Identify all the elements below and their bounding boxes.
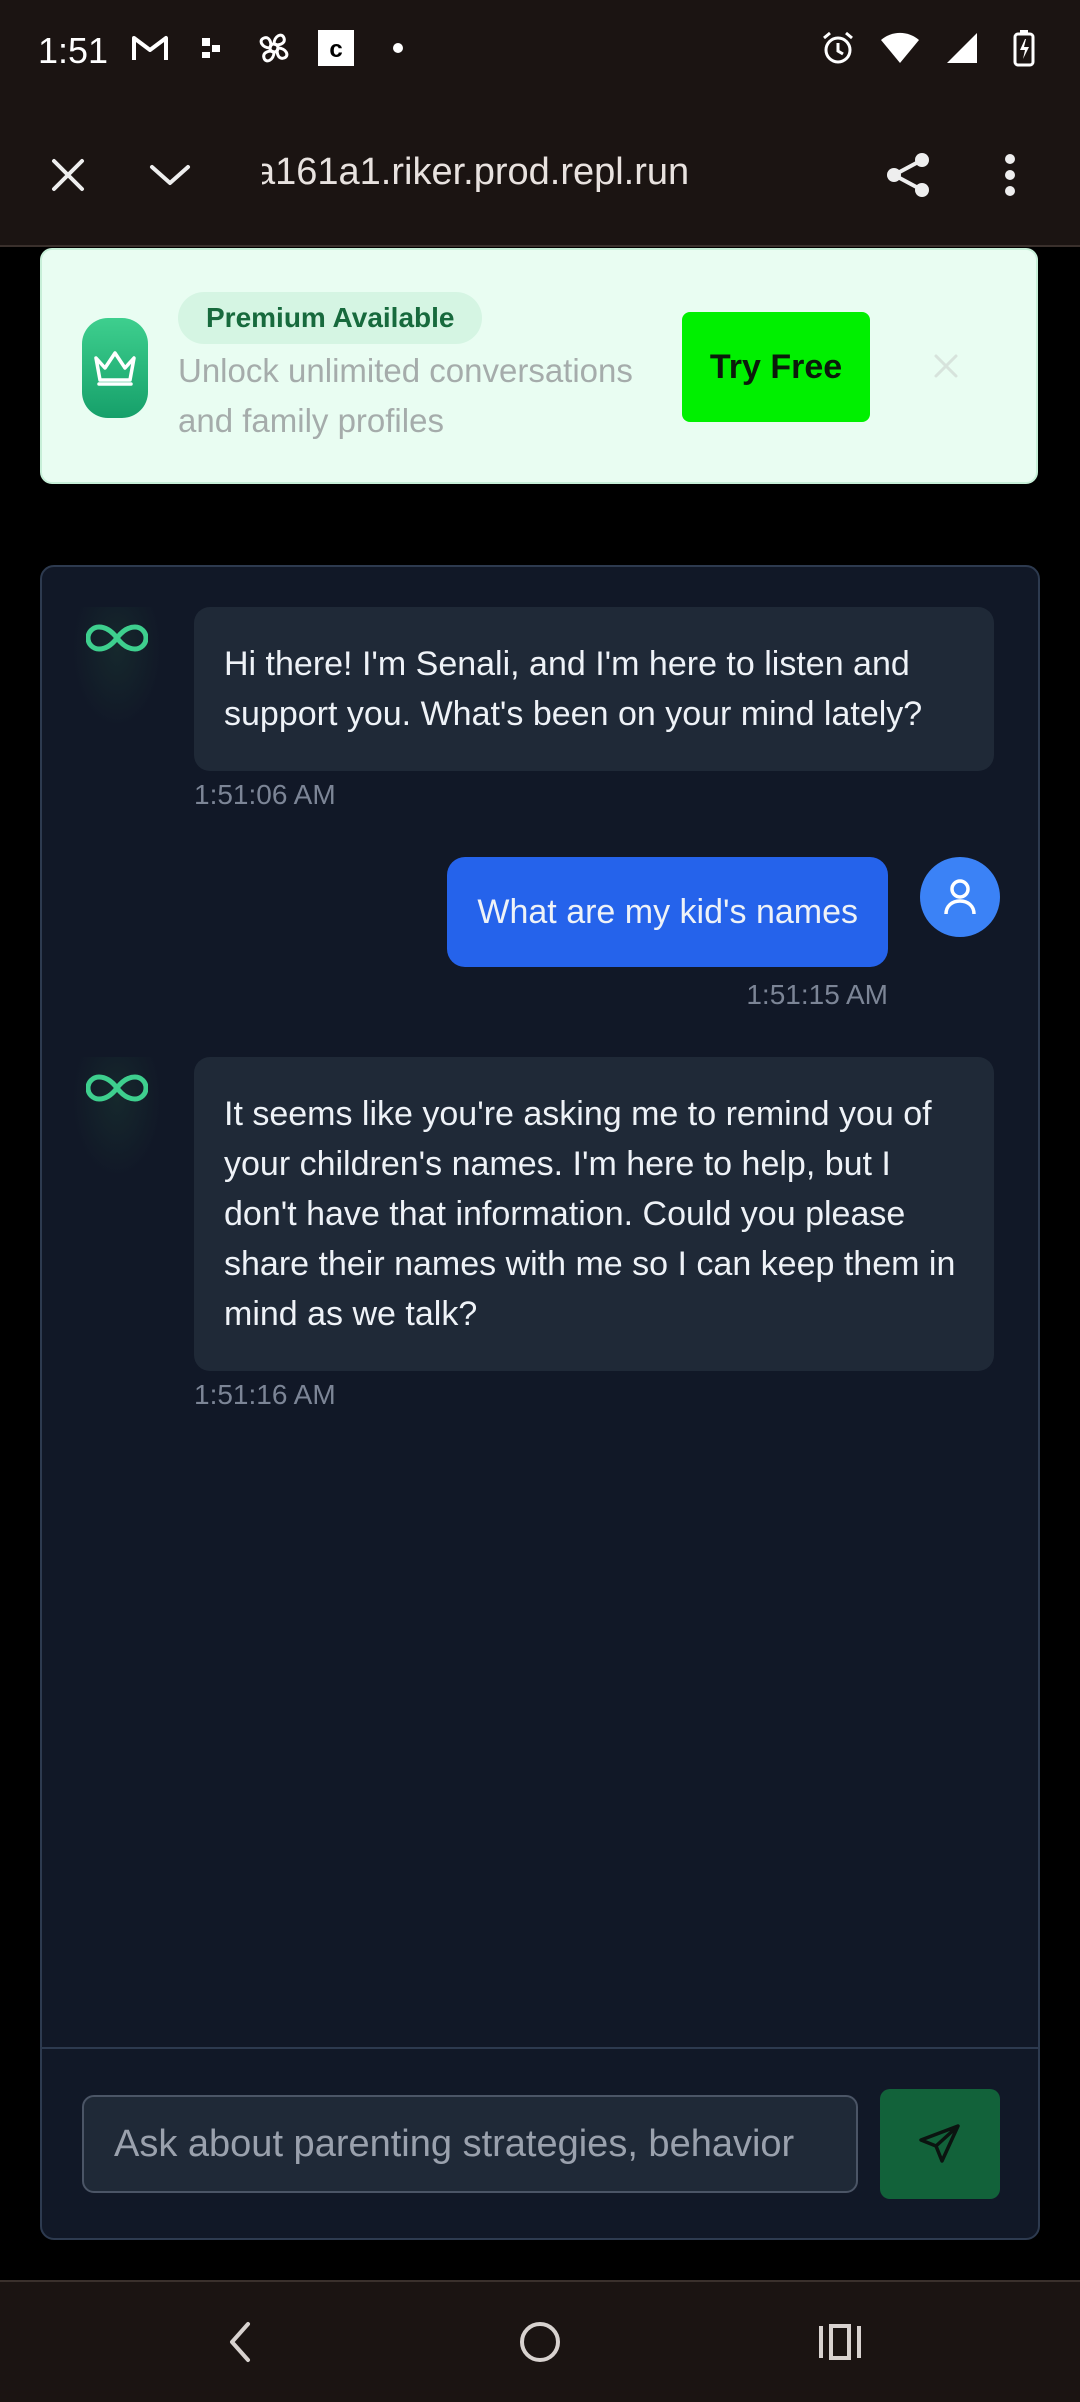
user-avatar [920,857,1000,937]
chevron-down-icon [150,165,190,185]
more-options-button[interactable] [980,145,1040,205]
url-bar[interactable]: a161a1.riker.prod.repl.run [262,151,822,194]
url-text: a161a1.riker.prod.repl.run [262,151,690,193]
notification-dots-icon [192,28,232,68]
message-timestamp: 1:51:16 AM [194,1379,336,1410]
home-icon [520,2322,560,2362]
premium-banner: Premium Available Unlock unlimited conve… [40,248,1038,484]
dismiss-banner-button[interactable] [924,344,968,388]
back-button[interactable] [205,2312,275,2372]
collapse-button[interactable] [140,145,200,205]
infinity-icon [72,1057,162,1177]
premium-badge: Premium Available [178,292,483,344]
wifi-icon [880,28,920,68]
user-icon [944,879,976,915]
close-icon [934,354,958,378]
infinity-icon [72,607,162,727]
close-tab-button[interactable] [38,145,98,205]
crown-icon [82,318,148,418]
more-vert-icon [1005,154,1015,196]
svg-text:c: c [329,36,342,63]
send-button[interactable] [880,2089,1000,2199]
share-icon [887,153,929,197]
home-button[interactable] [505,2312,575,2372]
premium-description: Unlock unlimited conversations and famil… [178,352,633,439]
user-message-bubble: What are my kid's names [447,857,888,967]
battery-charging-icon [1004,28,1044,68]
send-icon [919,2124,960,2163]
back-icon [230,2322,250,2362]
close-icon [52,159,84,191]
signal-icon [942,28,982,68]
gmail-icon [130,28,170,68]
message-timestamp: 1:51:15 AM [746,979,888,1010]
share-button[interactable] [878,145,938,205]
bot-message-bubble: It seems like you're asking me to remind… [194,1057,994,1371]
system-nav-bar [0,2280,1080,2402]
try-free-button[interactable]: Try Free [682,312,870,422]
alarm-icon [818,28,858,68]
status-bar: 1:51 c [0,0,1080,105]
chat-panel: Hi there! I'm Senali, and I'm here to li… [40,565,1040,2240]
browser-toolbar: a161a1.riker.prod.repl.run [0,105,1080,247]
bot-message-bubble: Hi there! I'm Senali, and I'm here to li… [194,607,994,771]
status-time: 1:51 [38,30,109,71]
fan-icon [254,28,294,68]
recents-icon [819,2324,861,2360]
message-timestamp: 1:51:06 AM [194,779,336,810]
c-app-icon: c [316,28,356,68]
dot-icon [378,28,418,68]
recents-button[interactable] [805,2312,875,2372]
chat-input[interactable] [82,2095,858,2193]
chat-input-row [42,2047,1038,2238]
